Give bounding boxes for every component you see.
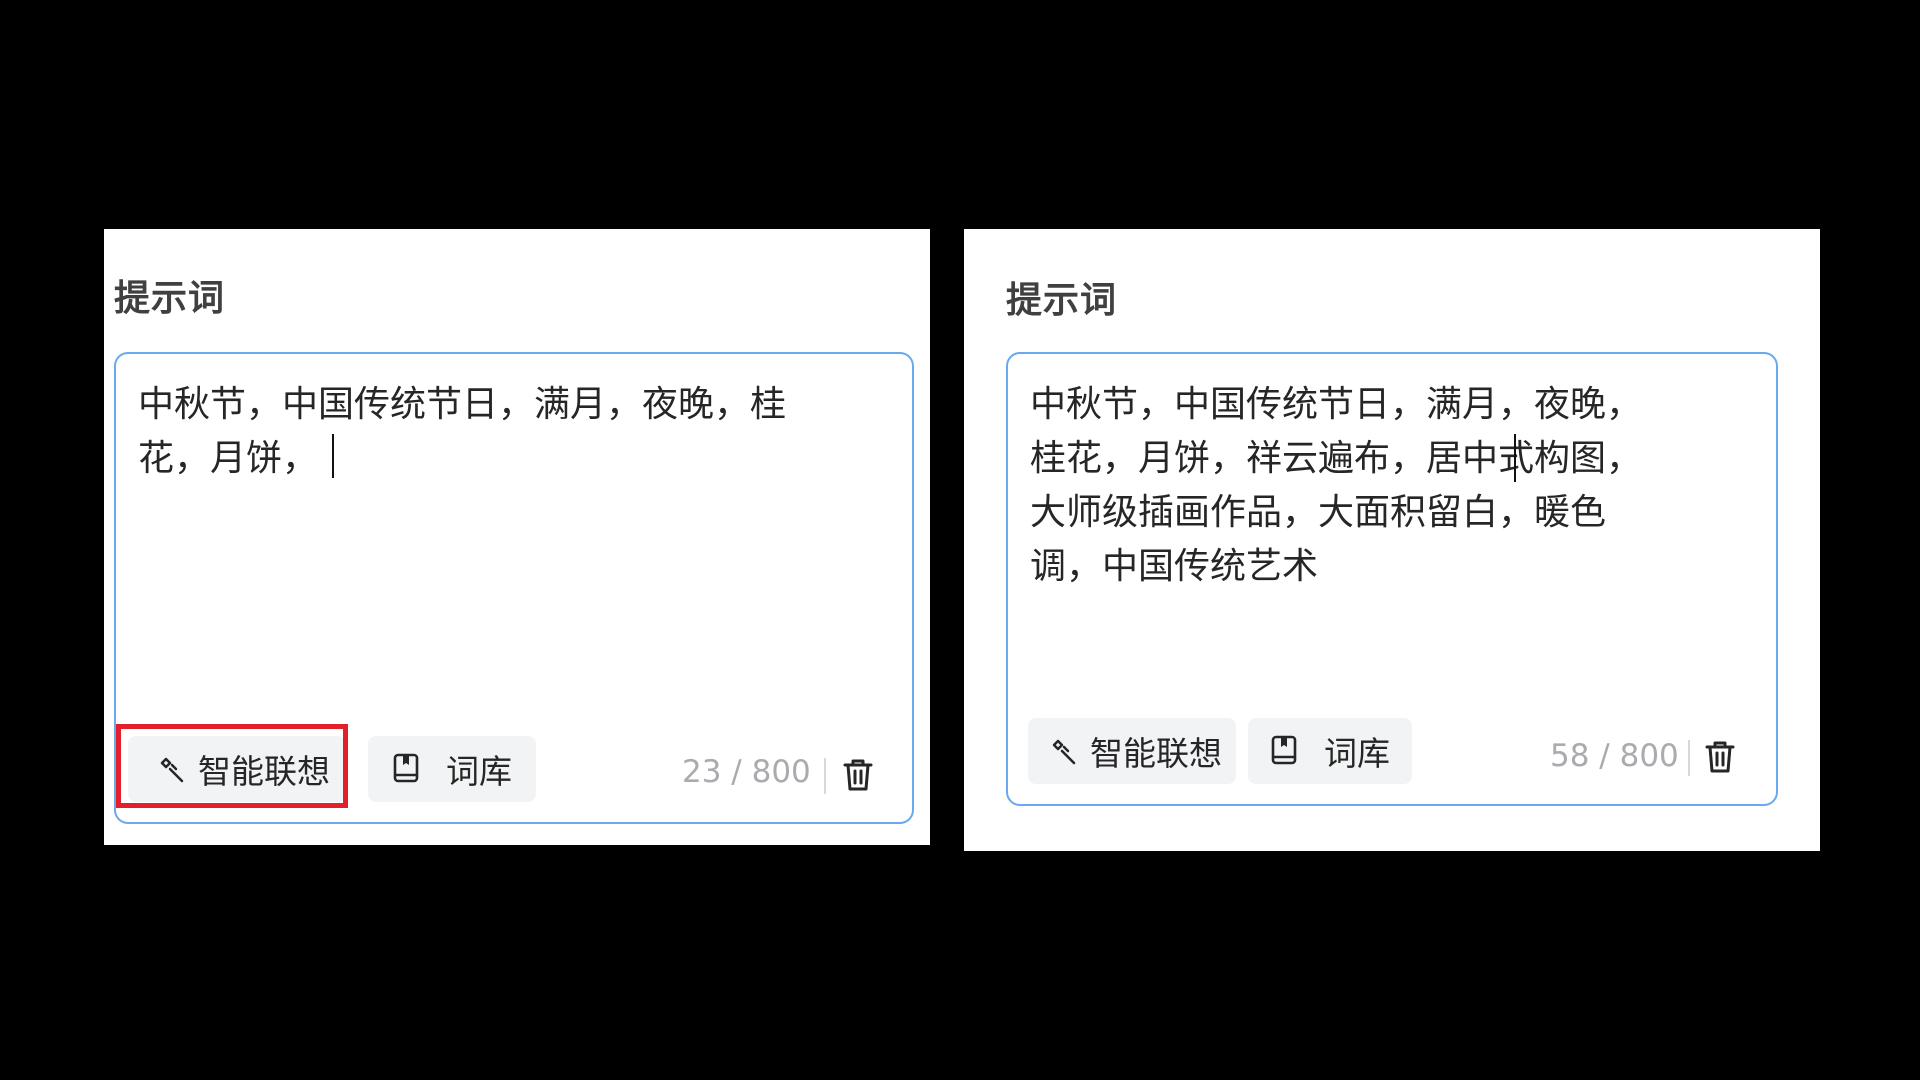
word-library-button[interactable]: 词库 xyxy=(368,736,536,802)
smart-association-button[interactable]: 智能联想 xyxy=(1028,718,1236,784)
book-icon xyxy=(1271,735,1297,765)
prompt-text[interactable]: 中秋节，中国传统节日，满月，夜晚，桂花，月饼，祥云遍布，居中式构图，大师级插画作… xyxy=(1030,378,1670,594)
word-library-label: 词库 xyxy=(446,752,512,791)
smart-association-label: 智能联想 xyxy=(198,752,330,791)
panel-title: 提示词 xyxy=(114,278,226,319)
prompt-input[interactable]: 中秋节，中国传统节日，满月，夜晚，桂花，月饼， 智能联想 词库 23 / 800 xyxy=(114,352,914,824)
prompt-panel-before: 提示词 中秋节，中国传统节日，满月，夜晚，桂花，月饼， 智能联想 词库 23 /… xyxy=(104,229,930,845)
prompt-text[interactable]: 中秋节，中国传统节日，满月，夜晚，桂花，月饼， xyxy=(138,378,798,486)
text-caret xyxy=(332,434,335,478)
divider xyxy=(1688,740,1690,776)
character-counter: 58 / 800 xyxy=(1550,738,1679,774)
character-counter: 23 / 800 xyxy=(682,754,811,790)
sparkle-wand-icon xyxy=(1052,739,1076,765)
sparkle-wand-icon xyxy=(160,757,184,783)
trash-icon[interactable] xyxy=(1704,740,1736,774)
prompt-panel-after: 提示词 中秋节，中国传统节日，满月，夜晚，桂花，月饼，祥云遍布，居中式构图，大师… xyxy=(964,229,1820,851)
prompt-input[interactable]: 中秋节，中国传统节日，满月，夜晚，桂花，月饼，祥云遍布，居中式构图，大师级插画作… xyxy=(1006,352,1778,806)
text-caret xyxy=(1514,434,1516,482)
panel-title: 提示词 xyxy=(1006,280,1118,321)
divider xyxy=(824,758,826,794)
prompt-text-content: 中秋节，中国传统节日，满月，夜晚，桂花，月饼， xyxy=(138,384,787,479)
smart-association-label: 智能联想 xyxy=(1090,734,1222,773)
trash-icon[interactable] xyxy=(842,758,874,792)
smart-association-button[interactable]: 智能联想 xyxy=(128,736,346,802)
word-library-button[interactable]: 词库 xyxy=(1248,718,1412,784)
book-icon xyxy=(393,753,419,783)
word-library-label: 词库 xyxy=(1324,734,1390,773)
